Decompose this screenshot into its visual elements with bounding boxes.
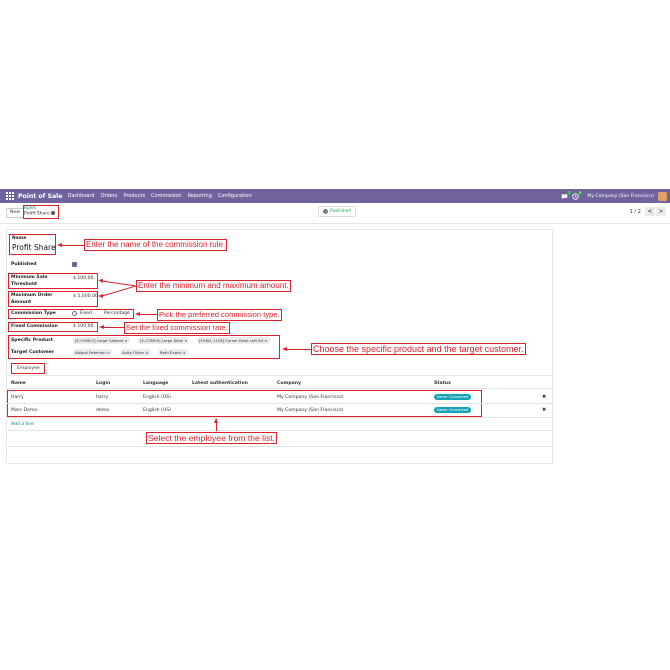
tab-employee[interactable]: Employee xyxy=(17,366,40,371)
annotation-product: Choose the specific product and the targ… xyxy=(311,343,526,355)
row1-name: Harry xyxy=(11,395,24,400)
arrow-product-head xyxy=(282,347,287,351)
arrow-employee-head xyxy=(214,418,218,423)
arrows-minmax xyxy=(98,279,137,298)
row2-login: demo xyxy=(96,408,110,413)
row2-company: My Company (San Francisco) xyxy=(277,408,344,413)
table-bottom-divider xyxy=(7,446,552,447)
annotation-type: Pick the preferred commission type. xyxy=(157,309,282,321)
pager-next-button[interactable]: > xyxy=(656,207,666,216)
menu-orders[interactable]: Orders xyxy=(101,193,118,199)
arrow-type xyxy=(137,314,157,315)
row1-language: English (US) xyxy=(143,395,171,400)
arrow-name-head xyxy=(57,243,62,247)
min-value-input[interactable]: $ 100.00 xyxy=(73,276,93,281)
published-button[interactable]: Published xyxy=(318,206,357,217)
tab-divider xyxy=(7,375,552,376)
row-divider xyxy=(7,417,552,418)
customer-tag-3[interactable]: Beth Evans × xyxy=(158,349,188,356)
row-divider xyxy=(7,430,552,431)
row2-name: Marc Demo xyxy=(11,408,38,413)
navbar-right: 7 8 My Company (San Francisco) xyxy=(561,190,670,201)
max-label-line2: Amount xyxy=(11,300,32,305)
max-label-line1: Maximum Order xyxy=(11,293,53,298)
pager-value[interactable]: 1 / 2 xyxy=(630,209,641,215)
annotation-name: Enter the name of the commission rule. xyxy=(84,239,228,251)
product-tag-3[interactable]: [FURN_1118] Corner Desk Left Sit × xyxy=(197,337,270,344)
product-tag-2[interactable]: [E-COM09] Large Desk × xyxy=(138,337,190,344)
arrow-rate xyxy=(101,327,124,328)
new-button[interactable]: New xyxy=(6,208,25,218)
arrow-name xyxy=(59,245,84,246)
main-menu: Dashboard Orders Products Commission Rep… xyxy=(67,193,257,199)
radio-fixed-label[interactable]: Fixed xyxy=(80,311,92,316)
specific-product-label: Specific Product xyxy=(11,338,54,343)
chat-icon[interactable]: 7 xyxy=(561,190,572,200)
header-divider xyxy=(7,388,552,389)
col-language[interactable]: Language xyxy=(143,381,168,386)
col-name[interactable]: Name xyxy=(11,381,26,386)
row2-delete-icon[interactable]: ✖ xyxy=(542,407,546,413)
max-value-input[interactable]: $ 5,000.00 xyxy=(73,294,98,299)
menu-dashboard[interactable]: Dashboard xyxy=(67,193,94,199)
add-line-link[interactable]: Add a line xyxy=(11,422,34,427)
clock-icon[interactable]: 8 xyxy=(572,190,583,200)
top-navbar: Point of Sale Dashboard Orders Products … xyxy=(0,189,670,203)
min-label-line1: Minimum Sale xyxy=(11,275,48,280)
activity-badge: 8 xyxy=(578,190,583,195)
globe-icon xyxy=(323,209,328,214)
messages-badge: 7 xyxy=(567,190,572,195)
col-status[interactable]: Status xyxy=(434,381,451,386)
target-customer-label: Target Customer xyxy=(11,350,55,355)
row1-company: My Company (San Francisco) xyxy=(277,395,344,400)
published-button-label: Published xyxy=(330,209,352,214)
fixed-commission-label: Fixed Commission xyxy=(11,324,58,329)
radio-percentage-label[interactable]: Percentage xyxy=(104,311,130,316)
name-input[interactable]: Profit Share xyxy=(12,243,56,252)
annotation-rate: Set the fixed commission rate. xyxy=(124,322,230,334)
product-tag-1[interactable]: [E-COM07] Large Cabinet × xyxy=(73,337,130,344)
breadcrumb: Rules Profit Share xyxy=(24,206,55,217)
annotation-employee: Select the employee from the list. xyxy=(146,432,278,444)
row2-language: English (US) xyxy=(143,408,171,413)
breadcrumb-current: Profit Share xyxy=(24,211,50,217)
published-checkbox[interactable] xyxy=(72,262,77,267)
arrow-product xyxy=(284,349,311,350)
app-brand[interactable]: Point of Sale xyxy=(18,193,62,200)
annotation-minmax: Enter the minimum and maximum amount. xyxy=(136,280,291,292)
customer-tag-1[interactable]: Abigail Peterson × xyxy=(73,349,113,356)
col-company[interactable]: Company xyxy=(277,381,301,386)
menu-reporting[interactable]: Reporting xyxy=(188,193,212,199)
customer-tag-2[interactable]: Anita Oliver × xyxy=(120,349,151,356)
commission-type-label: Commission Type xyxy=(11,311,56,316)
row1-delete-icon[interactable]: ✖ xyxy=(542,394,546,400)
col-latest-authentication[interactable]: Latest authentication xyxy=(192,381,248,386)
apps-menu-icon[interactable] xyxy=(6,192,14,200)
col-login[interactable]: Login xyxy=(96,381,110,386)
arrow-type-head xyxy=(135,312,140,316)
gear-icon[interactable] xyxy=(50,211,55,216)
menu-products[interactable]: Products xyxy=(123,193,145,199)
user-avatar[interactable] xyxy=(658,191,667,201)
pager: 1 / 2 < > xyxy=(630,207,666,216)
radio-fixed[interactable] xyxy=(72,311,77,316)
row1-status-badge: Never Connected xyxy=(434,394,472,400)
row2-status-badge: Never Connected xyxy=(434,407,472,413)
row1-login: harry xyxy=(96,395,109,400)
menu-configuration[interactable]: Configuration xyxy=(218,193,252,199)
row-divider xyxy=(7,403,552,404)
pager-prev-button[interactable]: < xyxy=(645,207,655,216)
name-label: Name xyxy=(12,236,27,241)
fixed-commission-input[interactable]: $ 100.00 xyxy=(73,324,93,329)
menu-commission[interactable]: Commission xyxy=(151,193,182,199)
published-label: Published xyxy=(11,262,37,267)
arrow-rate-head xyxy=(99,325,104,329)
min-label-line2: Threshold xyxy=(11,282,37,287)
company-switcher[interactable]: My Company (San Francisco) xyxy=(587,194,654,199)
